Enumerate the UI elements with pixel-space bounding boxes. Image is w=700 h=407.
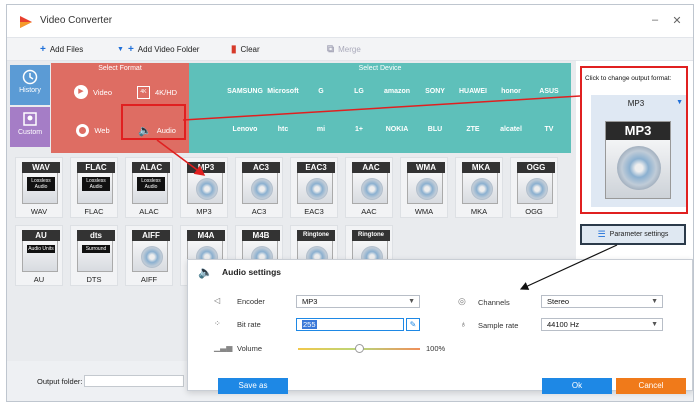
app-window: Video Converter – ✕ + Add Files ▼ + Add Vid…	[6, 4, 694, 402]
arrow-audio-to-mp3	[156, 139, 206, 176]
annotation-arrows	[156, 95, 618, 290]
arrow-params-to-dialog	[519, 244, 618, 290]
arrow-audio-to-output	[182, 95, 581, 121]
